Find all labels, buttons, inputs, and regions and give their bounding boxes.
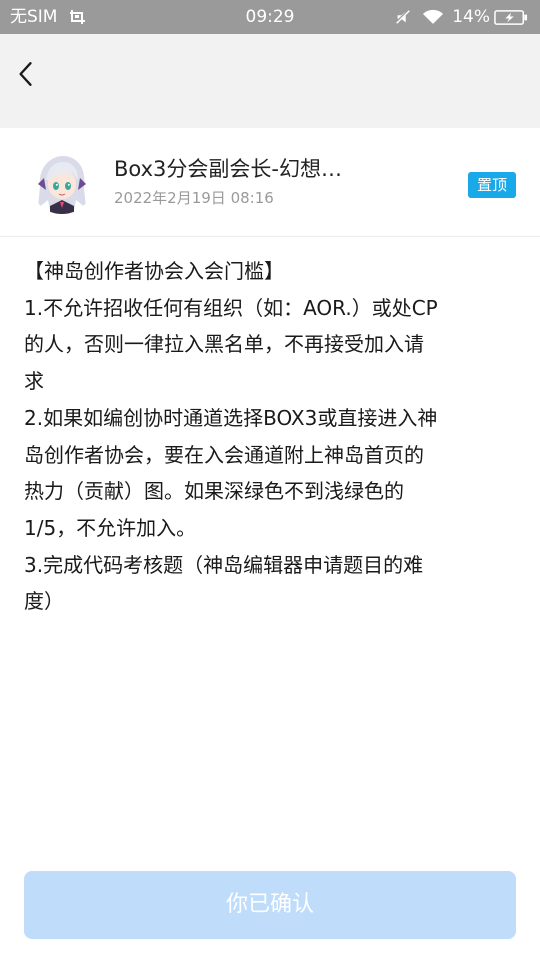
- post-line: 3.完成代码考核题（神岛编辑器申请题目的难: [24, 552, 424, 577]
- post-date: 2022年2月19日 08:16: [114, 189, 274, 207]
- post-header: Box3分会副会长-幻想… 2022年2月19日 08:16 置顶: [0, 128, 540, 237]
- status-bar-right: 14%: [394, 7, 528, 27]
- back-button[interactable]: [6, 54, 46, 94]
- wifi-icon: [423, 9, 444, 24]
- battery-charging-icon: [494, 9, 528, 25]
- post-line: 热力（贡献）图。如果深绿色不到浅绿色的: [24, 479, 404, 504]
- nav-bar: [0, 34, 540, 128]
- avatar[interactable]: [30, 150, 94, 214]
- post-line: 2.如果如编创协时通道选择BOX3或直接进入神: [24, 405, 438, 430]
- post-line: 岛创作者协会，要在入会通道附上神岛首页的: [24, 442, 424, 467]
- post-line: 的人，否则一律拉入黑名单，不再接受加入请: [24, 332, 424, 357]
- status-bar: 无SIM 09:29 14%: [0, 0, 540, 34]
- chevron-left-icon: [19, 62, 32, 86]
- avatar-image: [30, 150, 94, 214]
- post-line: 度）: [24, 589, 64, 614]
- author-name[interactable]: Box3分会副会长-幻想…: [114, 155, 384, 183]
- battery-percent: 14%: [452, 7, 490, 27]
- confirm-button[interactable]: 你已确认: [24, 871, 516, 939]
- post-line: 1/5，不允许加入。: [24, 515, 197, 540]
- post-line: 1.不允许招收任何有组织（如：AOR.）或处CP: [24, 295, 438, 320]
- silent-mode-icon: [395, 8, 411, 25]
- post-body: 【神岛创作者协会入会门槛】 1.不允许招收任何有组织（如：AOR.）或处CP 的…: [24, 253, 520, 620]
- post-line: 【神岛创作者协会入会门槛】: [24, 259, 284, 283]
- post-line: 求: [24, 369, 44, 394]
- pinned-badge: 置顶: [468, 172, 516, 198]
